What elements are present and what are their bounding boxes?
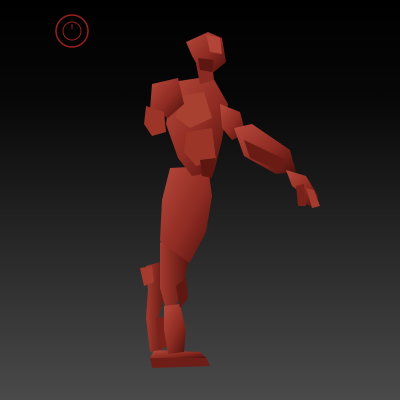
front-leg: [160, 166, 212, 354]
brush-cursor-svg: [55, 14, 89, 48]
humanoid-sculpt-model[interactable]: [0, 0, 400, 400]
right-hand: [286, 170, 320, 208]
feet: [150, 350, 210, 368]
head: [186, 32, 226, 72]
sculpt-viewport[interactable]: [0, 0, 400, 400]
right-arm: [220, 104, 296, 174]
brush-cursor-ring-icon[interactable]: [54, 13, 90, 49]
